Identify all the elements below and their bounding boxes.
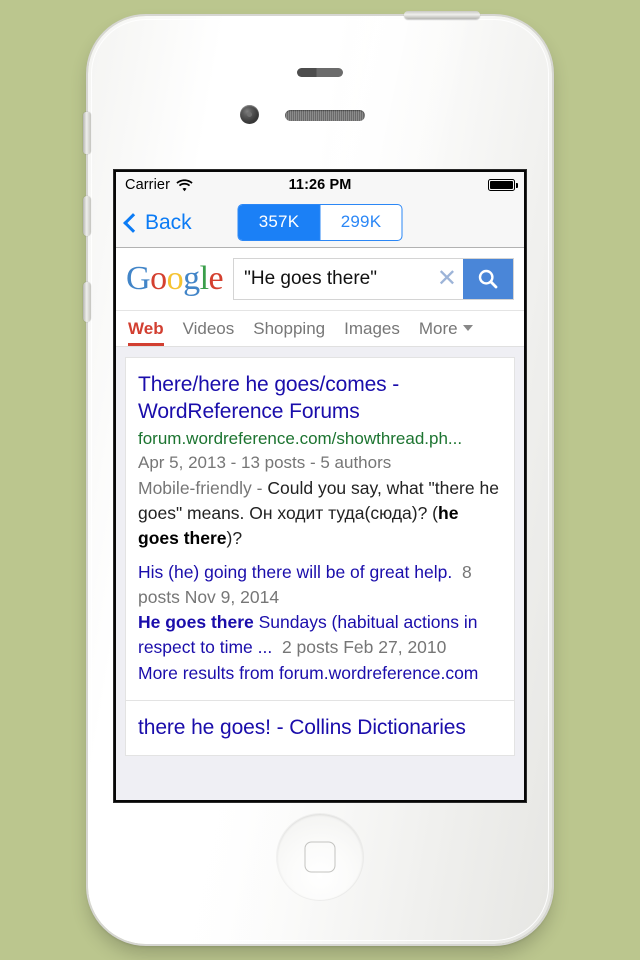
search-results[interactable]: There/here he goes/comes - WordReference… [116, 347, 524, 800]
tab-web-label: Web [128, 319, 164, 338]
google-logo-letter-o1: o [150, 260, 167, 297]
home-square-icon [304, 841, 336, 873]
segmented-control[interactable]: 357K 299K [237, 204, 403, 241]
carrier-label: Carrier [125, 177, 171, 193]
nav-bar: Back 357K 299K [116, 198, 524, 248]
battery-icon [488, 179, 518, 191]
segment-357k[interactable]: 357K [238, 205, 320, 240]
tab-videos[interactable]: Videos [183, 319, 235, 346]
volume-up-button[interactable] [83, 196, 91, 236]
chevron-down-icon [462, 325, 473, 331]
tab-shopping-label: Shopping [253, 319, 326, 338]
google-logo-letter-g2: g [183, 260, 200, 297]
mute-switch[interactable] [83, 112, 91, 154]
front-camera-icon [240, 105, 259, 124]
status-bar-right [488, 179, 518, 191]
result-item-wordreference[interactable]: There/here he goes/comes - WordReference… [125, 357, 515, 701]
google-logo-letter-e: e [208, 260, 224, 297]
sitelink-item-1[interactable]: His (he) going there will be of great he… [138, 560, 502, 610]
segment-299k[interactable]: 299K [319, 205, 402, 240]
status-bar: Carrier 11:26 PM [116, 172, 524, 198]
power-button[interactable] [404, 11, 480, 19]
phone-device: Carrier 11:26 PM Back 357K 299K Google "… [83, 11, 552, 944]
chevron-left-icon [123, 212, 143, 233]
screen-bezel: Carrier 11:26 PM Back 357K 299K Google "… [114, 170, 526, 802]
tab-more-label: More [418, 319, 458, 338]
tab-videos-label: Videos [182, 319, 235, 338]
sitelink-1-title: His (he) going there will be of great he… [138, 562, 453, 582]
wifi-icon [176, 178, 193, 191]
google-logo-letter-l: l [199, 260, 209, 297]
result-title[interactable]: There/here he goes/comes - WordReference… [138, 371, 502, 425]
snippet-part-3: )? [226, 528, 243, 548]
search-input[interactable]: "He goes there" [244, 268, 436, 290]
back-button-label: Back [145, 210, 192, 234]
sitelinks: His (he) going there will be of great he… [138, 560, 502, 686]
tab-images-label: Images [344, 319, 400, 338]
sitelink-2-meta: 2 posts Feb 27, 2010 [281, 637, 447, 657]
sitelink-item-2[interactable]: He goes there Sundays (habitual actions … [138, 610, 502, 660]
proximity-sensor-icon [297, 68, 343, 77]
result-snippet: Mobile-friendly - Could you say, what "t… [138, 476, 502, 551]
result-title[interactable]: there he goes! - Collins Dictionaries [138, 714, 502, 741]
more-results-link[interactable]: More results from forum.wordreference.co… [138, 661, 502, 686]
tab-web[interactable]: Web [128, 319, 164, 346]
search-icon [478, 269, 498, 289]
tab-images[interactable]: Images [344, 319, 400, 346]
status-bar-left: Carrier [125, 177, 193, 193]
result-meta: Apr 5, 2013 - 13 posts - 5 authors [138, 453, 392, 472]
mobile-friendly-label: Mobile-friendly [138, 478, 252, 498]
search-bar: "He goes there" ✕ [233, 258, 514, 300]
tab-more[interactable]: More [419, 319, 473, 346]
volume-down-button[interactable] [83, 282, 91, 322]
google-tabs: Web Videos Shopping Images More [116, 311, 524, 347]
search-button[interactable] [463, 259, 513, 299]
google-logo[interactable]: Google [126, 260, 224, 297]
battery-fill [490, 181, 513, 189]
snippet-dash: - [251, 478, 268, 498]
tab-shopping[interactable]: Shopping [253, 319, 325, 346]
google-logo-letter-o2: o [166, 260, 184, 297]
result-item-collins[interactable]: there he goes! - Collins Dictionaries [125, 701, 515, 756]
back-button[interactable]: Back [123, 210, 192, 235]
google-logo-letter-g1: G [126, 260, 151, 297]
earpiece-speaker-icon [285, 110, 365, 121]
result-url: forum.wordreference.com/showthread.ph... [138, 429, 463, 448]
search-field[interactable]: "He goes there" ✕ [234, 259, 463, 299]
google-header: Google "He goes there" ✕ [116, 248, 524, 311]
clear-x-icon[interactable]: ✕ [436, 267, 457, 291]
screen: Carrier 11:26 PM Back 357K 299K Google "… [116, 172, 524, 800]
sitelink-2-title-bold: He goes there [138, 612, 254, 632]
home-button[interactable] [277, 814, 363, 900]
